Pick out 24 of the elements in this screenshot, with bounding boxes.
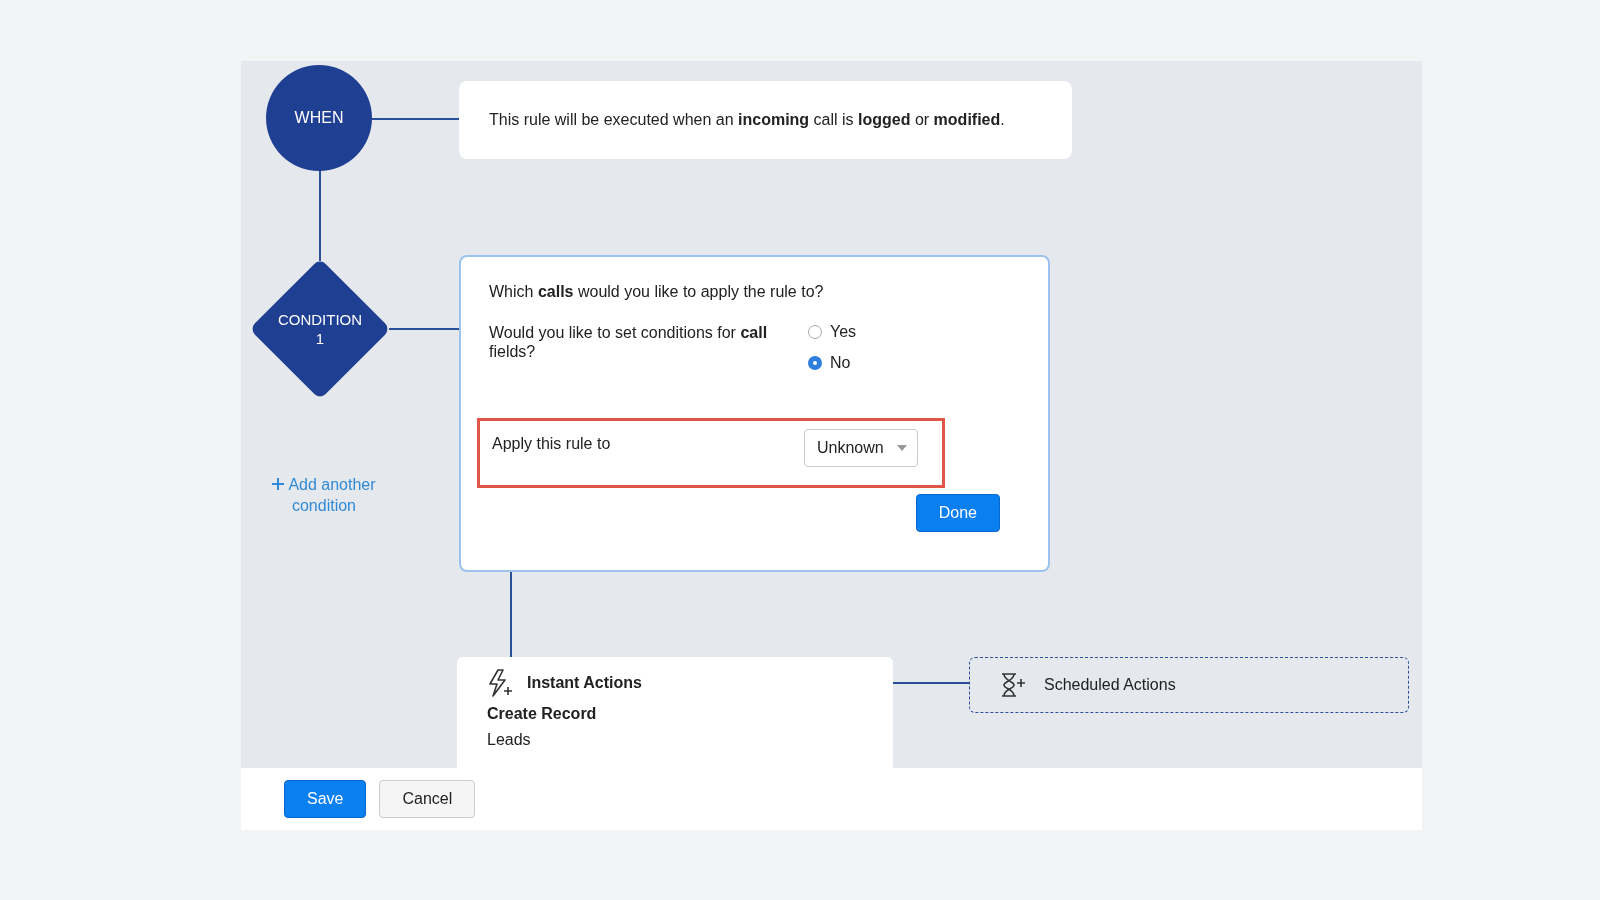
condition-label: CONDITION (277, 310, 363, 329)
when-node: WHEN (266, 65, 372, 171)
instant-actions-title: Instant Actions (527, 674, 642, 692)
caret-icon (897, 445, 907, 451)
action-name: Create Record (487, 705, 598, 723)
hourglass-plus-icon (1000, 673, 1026, 697)
done-button[interactable]: Done (915, 494, 1000, 532)
scheduled-actions-title: Scheduled Actions (1044, 676, 1176, 694)
plus-icon (272, 478, 285, 490)
action-module: Leads (487, 731, 532, 749)
scheduled-actions-card[interactable]: Scheduled Actions (969, 657, 1409, 713)
set-conditions-label: Would you like to set conditions for call fields? (489, 323, 769, 362)
condition-question: Which calls would you like to apply the rule to? (489, 283, 825, 301)
radio-button[interactable] (808, 356, 822, 370)
apply-dropdown[interactable]: Unknown (804, 429, 918, 467)
save-button[interactable]: Save (284, 780, 367, 818)
trigger-description: This rule will be executed when an incoming call is logged or modified. (489, 111, 1005, 129)
condition-number: 1 (315, 329, 325, 348)
radio-label: Yes (830, 323, 857, 341)
connector-line (389, 328, 461, 330)
radio-label: No (830, 354, 851, 372)
cancel-button[interactable]: Cancel (379, 780, 476, 818)
lightning-plus-icon (487, 669, 513, 697)
apply-label: Apply this rule to (492, 435, 611, 454)
